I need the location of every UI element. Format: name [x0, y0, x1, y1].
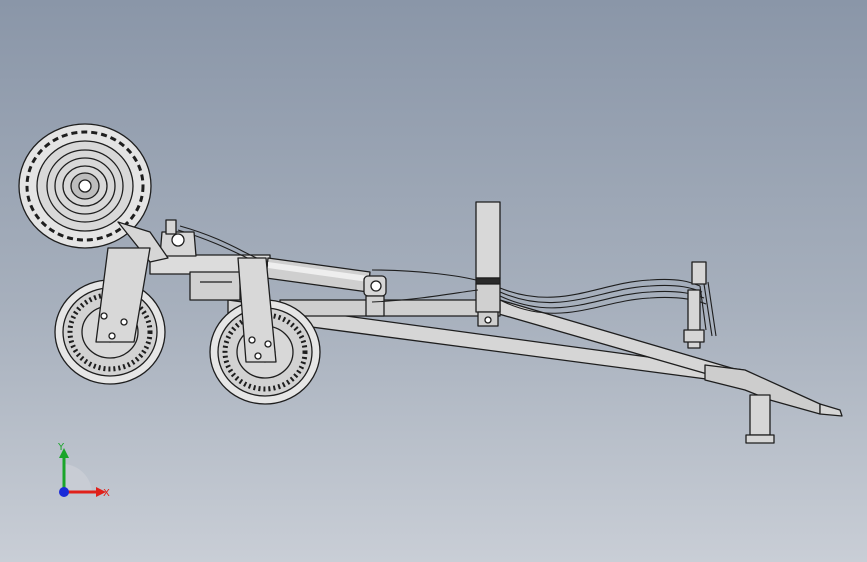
z-axis-dot — [59, 487, 69, 497]
trailer-cad-model[interactable] — [0, 0, 867, 562]
triad-plane — [64, 464, 92, 492]
coordinate-triad: Y X — [57, 442, 110, 499]
pivot-bracket[interactable] — [159, 219, 197, 257]
vertical-post[interactable] — [475, 201, 501, 327]
y-axis-label: Y — [57, 442, 65, 453]
cad-viewport[interactable]: Y X — [0, 0, 867, 562]
x-axis-label: X — [103, 488, 110, 499]
